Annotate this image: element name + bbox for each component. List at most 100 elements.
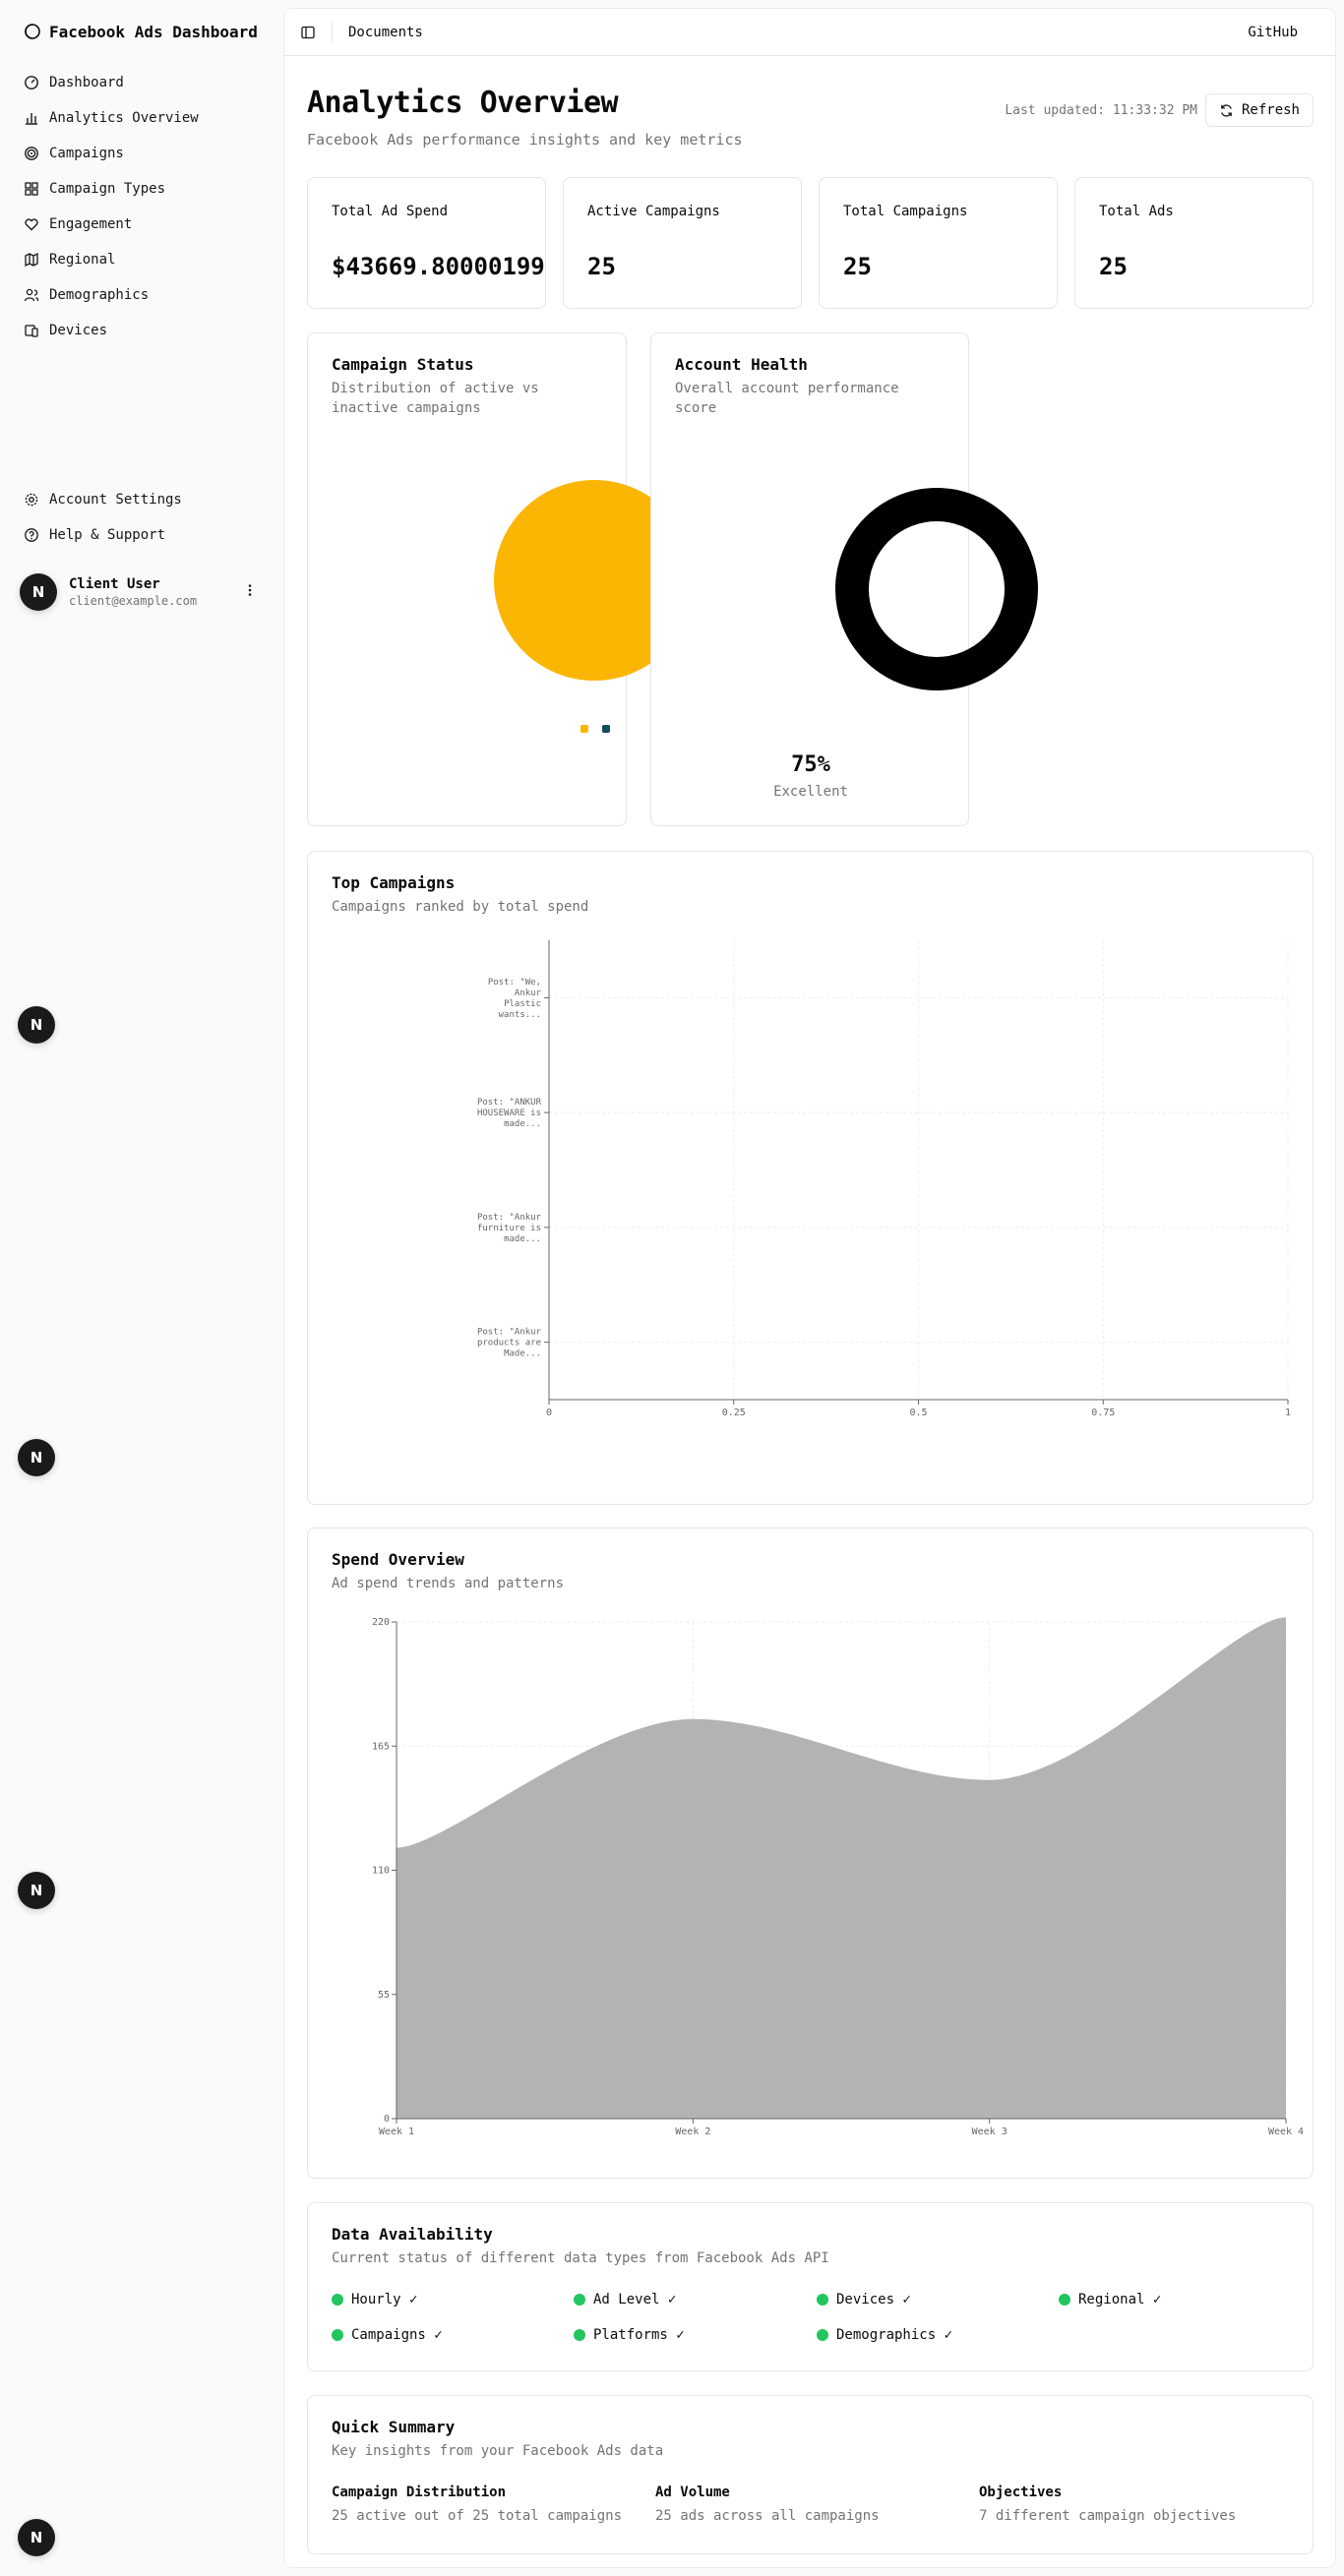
sidebar-item-label: Help & Support bbox=[49, 527, 166, 543]
brand[interactable]: Facebook Ads Dashboard bbox=[24, 20, 258, 43]
top-bar: Documents GitHub bbox=[284, 9, 1335, 56]
y-tick-label: 0 bbox=[384, 2114, 390, 2125]
x-tick-label: Week 1 bbox=[379, 2127, 414, 2137]
x-tick-label: Week 3 bbox=[972, 2127, 1008, 2137]
y-tick-label: Post: "Ankur furniture is made... bbox=[477, 1213, 542, 1244]
x-tick-label: 0 bbox=[546, 1408, 552, 1418]
github-link[interactable]: GitHub bbox=[1248, 25, 1298, 40]
data-availability-card: Data Availability Current status of diff… bbox=[307, 2202, 1313, 2371]
campaign-status-card: Campaign Status Distribution of active v… bbox=[307, 332, 695, 826]
kpi-card-active-campaigns: Active Campaigns 25 bbox=[563, 177, 802, 309]
availability-regional: Regional ✓ bbox=[1059, 2292, 1161, 2307]
availability-campaigns: Campaigns ✓ bbox=[332, 2327, 443, 2343]
spend-overview-chart: 0 55 110 165 220 Week 1 Week 2 Week 3 Week 4 bbox=[372, 1617, 1304, 2137]
kpi-value: 25 bbox=[1099, 253, 1128, 280]
sidebar-item-label: Campaign Types bbox=[49, 181, 166, 197]
x-tick-label: 0.75 bbox=[1091, 1408, 1115, 1418]
refresh-label: Refresh bbox=[1241, 102, 1300, 118]
summary-value: 7 different campaign objectives bbox=[979, 2508, 1237, 2524]
target-icon bbox=[25, 147, 38, 160]
sidebar-item-demographics[interactable]: Demographics bbox=[16, 277, 268, 313]
description-line: inactive campaigns bbox=[332, 400, 481, 416]
card-title: Campaign Status bbox=[332, 355, 474, 374]
sidebar-item-label: Demographics bbox=[49, 287, 150, 303]
refresh-button[interactable]: Refresh bbox=[1205, 93, 1313, 127]
map-icon bbox=[25, 252, 38, 268]
logo-icon bbox=[25, 24, 40, 39]
kpi-card-total-ad-spend: Total Ad Spend $43669.8000019999 bbox=[307, 177, 546, 309]
area-series bbox=[397, 1617, 1286, 2119]
sidebar-item-help-support[interactable]: Help & Support bbox=[16, 517, 268, 553]
y-tick-label: 110 bbox=[372, 1866, 390, 1877]
availability-label: Devices ✓ bbox=[836, 2292, 911, 2307]
y-tick-label: 55 bbox=[378, 1990, 390, 2001]
sidebar-item-label: Engagement bbox=[49, 216, 133, 232]
sidebar-item-label: Dashboard bbox=[49, 75, 124, 90]
y-tick-label: Post: "ANKUR HOUSEWARE is made... bbox=[477, 1098, 542, 1129]
sidebar-item-regional[interactable]: Regional bbox=[16, 242, 268, 277]
y-tick-label: 220 bbox=[372, 1617, 390, 1628]
status-dot bbox=[332, 2294, 343, 2306]
floating-avatar[interactable]: N bbox=[18, 1006, 55, 1044]
kpi-label: Total Campaigns bbox=[843, 204, 968, 219]
bar-chart-icon bbox=[26, 113, 37, 125]
spend-overview-card: Spend Overview Ad spend trends and patte… bbox=[307, 1528, 1313, 2179]
description-line: Overall account performance bbox=[675, 381, 899, 396]
availability-hourly: Hourly ✓ bbox=[332, 2292, 417, 2307]
x-tick-label: 0.25 bbox=[722, 1408, 746, 1418]
health-rating: Excellent bbox=[773, 784, 848, 800]
card-description: Overall account performance score bbox=[675, 379, 899, 418]
breadcrumb: Documents bbox=[348, 24, 423, 40]
health-score-ring bbox=[835, 488, 1038, 690]
floating-avatar[interactable]: N bbox=[18, 1439, 55, 1476]
sidebar-item-dashboard[interactable]: Dashboard bbox=[16, 65, 268, 100]
more-vertical-icon[interactable] bbox=[242, 582, 258, 598]
availability-devices: Devices ✓ bbox=[817, 2292, 911, 2307]
card-description: Distribution of active vs inactive campa… bbox=[332, 379, 539, 418]
sidebar-item-campaigns[interactable]: Campaigns bbox=[16, 136, 268, 171]
devices-icon bbox=[25, 325, 38, 337]
user-profile[interactable]: N Client User client@example.com bbox=[16, 570, 268, 614]
x-tick-label: 1 bbox=[1285, 1408, 1291, 1418]
brand-title: Facebook Ads Dashboard bbox=[49, 22, 258, 41]
summary-value: 25 active out of 25 total campaigns bbox=[332, 2508, 623, 2524]
availability-label: Regional ✓ bbox=[1078, 2292, 1162, 2307]
sidebar-item-account-settings[interactable]: Account Settings bbox=[16, 482, 268, 517]
floating-avatar[interactable]: N bbox=[18, 1872, 55, 1909]
gear-icon bbox=[25, 493, 38, 507]
sidebar-item-label: Campaigns bbox=[49, 146, 124, 161]
x-tick-label: 0.5 bbox=[909, 1408, 927, 1418]
kpi-value: 25 bbox=[843, 253, 872, 280]
summary-value: 25 ads across all campaigns bbox=[655, 2508, 880, 2524]
card-title: Data Availability bbox=[332, 2225, 493, 2244]
page-title: Analytics Overview bbox=[307, 86, 619, 120]
account-health-donut bbox=[835, 488, 1038, 690]
availability-label: Demographics ✓ bbox=[836, 2327, 953, 2343]
sidebar: Facebook Ads Dashboard Dashboard Analyti… bbox=[0, 0, 283, 2576]
sidebar-nav: Dashboard Analytics Overview Campaigns C… bbox=[16, 65, 268, 348]
status-dot bbox=[574, 2294, 585, 2306]
sidebar-toggle-icon[interactable] bbox=[300, 25, 316, 40]
grid-icon bbox=[25, 182, 38, 196]
sidebar-item-campaign-types[interactable]: Campaign Types bbox=[16, 171, 268, 207]
sidebar-item-devices[interactable]: Devices bbox=[16, 313, 268, 348]
sidebar-item-analytics-overview[interactable]: Analytics Overview bbox=[16, 100, 268, 136]
legend-swatch-active bbox=[580, 725, 588, 733]
sidebar-secondary-nav: Account Settings Help & Support bbox=[16, 482, 268, 553]
kpi-card-total-ads: Total Ads 25 bbox=[1074, 177, 1313, 309]
users-icon bbox=[24, 288, 39, 302]
main-panel: Documents GitHub Analytics Overview Face… bbox=[283, 8, 1336, 2568]
user-name: Client User bbox=[69, 576, 160, 592]
kpi-value: 25 bbox=[587, 253, 616, 280]
floating-avatar[interactable]: N bbox=[18, 2519, 55, 2556]
kpi-card-total-campaigns: Total Campaigns 25 bbox=[819, 177, 1058, 309]
user-email: client@example.com bbox=[69, 594, 198, 608]
availability-demographics: Demographics ✓ bbox=[817, 2327, 952, 2343]
x-tick-label: Week 4 bbox=[1268, 2127, 1304, 2137]
description-line: Distribution of active vs bbox=[332, 381, 539, 396]
status-dot bbox=[1059, 2294, 1070, 2306]
sidebar-item-engagement[interactable]: Engagement bbox=[16, 207, 268, 242]
heart-icon bbox=[25, 218, 38, 231]
card-description: Key insights from your Facebook Ads data bbox=[332, 2443, 664, 2459]
y-tick-label: Post: "Ankur products are Made... bbox=[477, 1328, 542, 1359]
